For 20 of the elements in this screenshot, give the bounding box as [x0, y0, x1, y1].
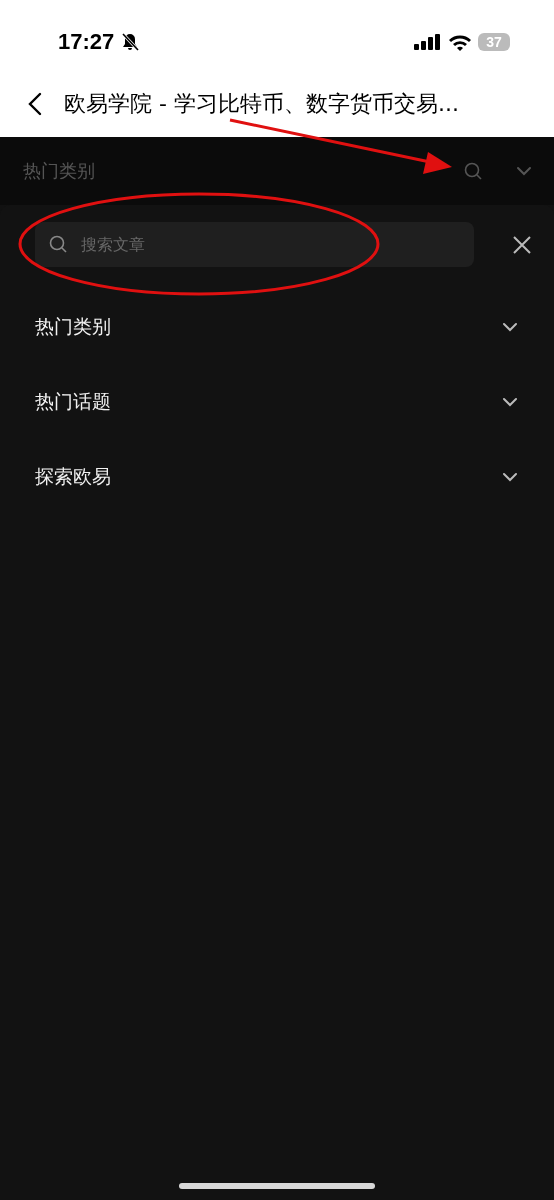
- close-icon[interactable]: [512, 234, 532, 255]
- category-label: 热门类别: [23, 159, 96, 183]
- battery-level: 37: [478, 33, 510, 51]
- chevron-down-icon[interactable]: [502, 396, 518, 407]
- clock-time: 17:27: [58, 29, 115, 55]
- chevron-down-icon[interactable]: [502, 321, 518, 332]
- section-label: 热门类别: [35, 313, 111, 339]
- section-label: 探索欧易: [35, 463, 111, 489]
- accordion-item[interactable]: 热门类别: [0, 289, 554, 364]
- page-title: 欧易学院 - 学习比特币、数字货币交易...: [64, 89, 459, 118]
- search-icon: [49, 235, 67, 253]
- chevron-down-icon[interactable]: [502, 471, 518, 482]
- accordion-item[interactable]: 探索欧易: [0, 439, 554, 514]
- signal-icon: [414, 34, 442, 50]
- search-field[interactable]: 搜索文章: [35, 222, 474, 267]
- search-icon[interactable]: [464, 162, 482, 180]
- section-label: 热门话题: [35, 388, 111, 414]
- accordion-item[interactable]: 热门话题: [0, 364, 554, 439]
- back-icon[interactable]: [28, 91, 42, 116]
- wifi-icon: [448, 33, 472, 51]
